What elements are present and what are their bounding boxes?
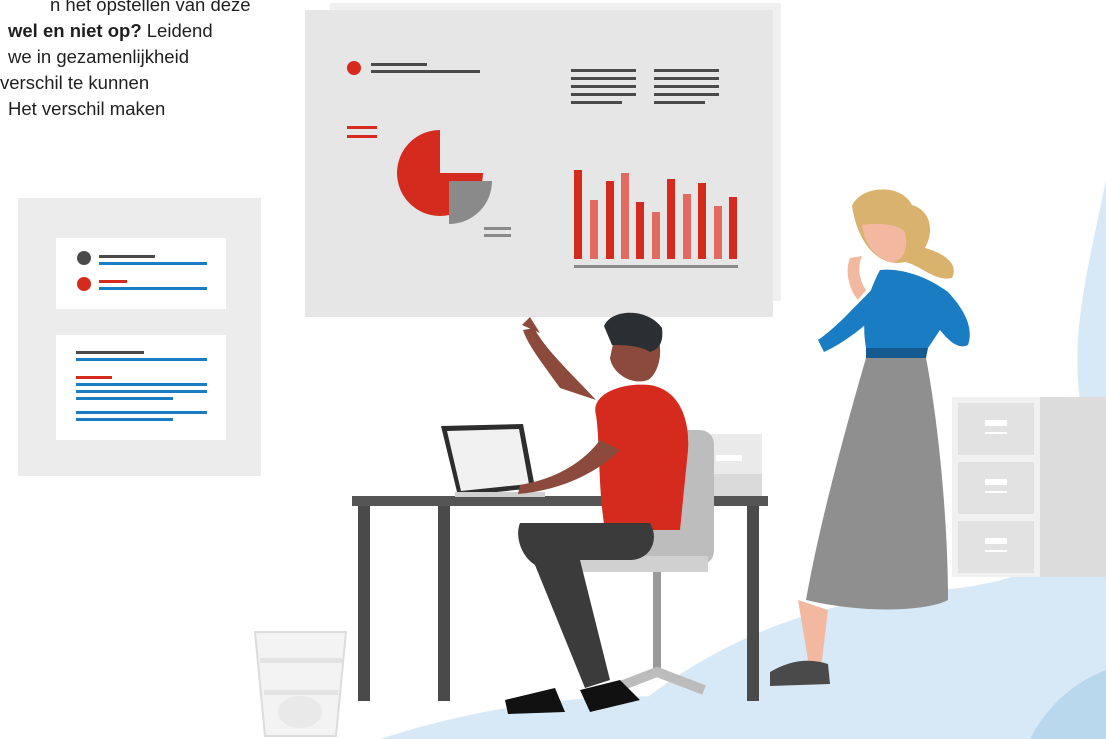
office-illustration (18, 3, 1106, 739)
dot-red-icon (77, 277, 91, 291)
presentation-board (305, 3, 781, 317)
wastebasket-icon (253, 631, 348, 737)
filing-cabinet-icon (952, 397, 1106, 577)
dot-dark-icon (77, 251, 91, 265)
side-card-panel (18, 198, 261, 476)
